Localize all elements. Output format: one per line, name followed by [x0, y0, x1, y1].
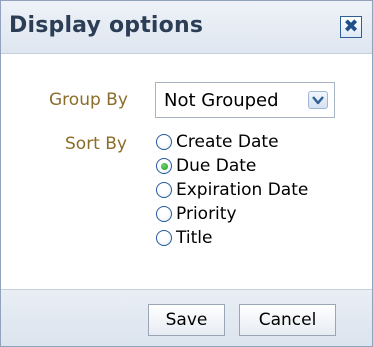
- group-by-selected-value: Not Grouped: [164, 90, 279, 111]
- radio-button[interactable]: [156, 230, 172, 246]
- save-button[interactable]: Save: [148, 304, 225, 336]
- group-by-select[interactable]: Not Grouped: [155, 82, 335, 118]
- radio-selected-dot: [161, 163, 168, 170]
- radio-label: Expiration Date: [176, 180, 309, 200]
- dialog-titlebar: Display options ✖: [1, 1, 372, 54]
- radio-button[interactable]: [156, 206, 172, 222]
- radio-button-selected[interactable]: [156, 158, 172, 174]
- dialog-body: Group By Not Grouped Sort By Create Date…: [1, 54, 372, 290]
- radio-button[interactable]: [156, 182, 172, 198]
- radio-label: Due Date: [176, 156, 257, 176]
- dialog-footer: Save Cancel: [1, 289, 372, 346]
- radio-label: Title: [176, 228, 213, 248]
- dialog-title: Display options: [9, 13, 204, 38]
- radio-label: Priority: [176, 204, 237, 224]
- display-options-dialog: Display options ✖ Group By Not Grouped S…: [0, 0, 373, 347]
- cancel-button[interactable]: Cancel: [239, 304, 336, 336]
- radio-label: Create Date: [176, 132, 279, 152]
- close-button[interactable]: ✖: [340, 16, 362, 38]
- group-by-label: Group By: [49, 90, 128, 110]
- sort-by-label: Sort By: [65, 134, 127, 154]
- radio-button[interactable]: [156, 134, 172, 150]
- chevron-down-icon[interactable]: [308, 91, 328, 109]
- close-icon: ✖: [343, 16, 359, 37]
